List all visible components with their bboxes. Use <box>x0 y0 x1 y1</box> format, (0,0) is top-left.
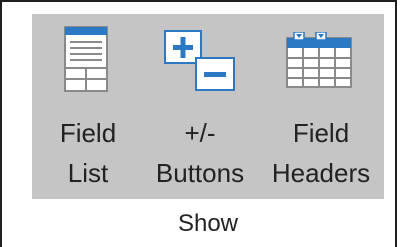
field-headers-label-line2: Headers <box>271 158 371 188</box>
field-list-label-line2: List <box>67 158 109 188</box>
show-group-label: Show <box>177 210 239 237</box>
plus-minus-buttons-button[interactable]: +/- Buttons <box>146 14 254 199</box>
field-list-icon <box>64 26 108 92</box>
field-list-label-line1: Field <box>59 118 117 148</box>
field-headers-label-line1: Field <box>292 118 350 148</box>
plus-minus-label-line1: +/- <box>184 118 216 148</box>
field-headers-button[interactable]: Field Headers <box>258 14 384 199</box>
field-list-button[interactable]: Field List <box>32 14 144 199</box>
field-headers-icon <box>286 32 352 88</box>
plus-minus-buttons-icon <box>164 30 235 91</box>
plus-minus-label-line2: Buttons <box>155 158 245 188</box>
